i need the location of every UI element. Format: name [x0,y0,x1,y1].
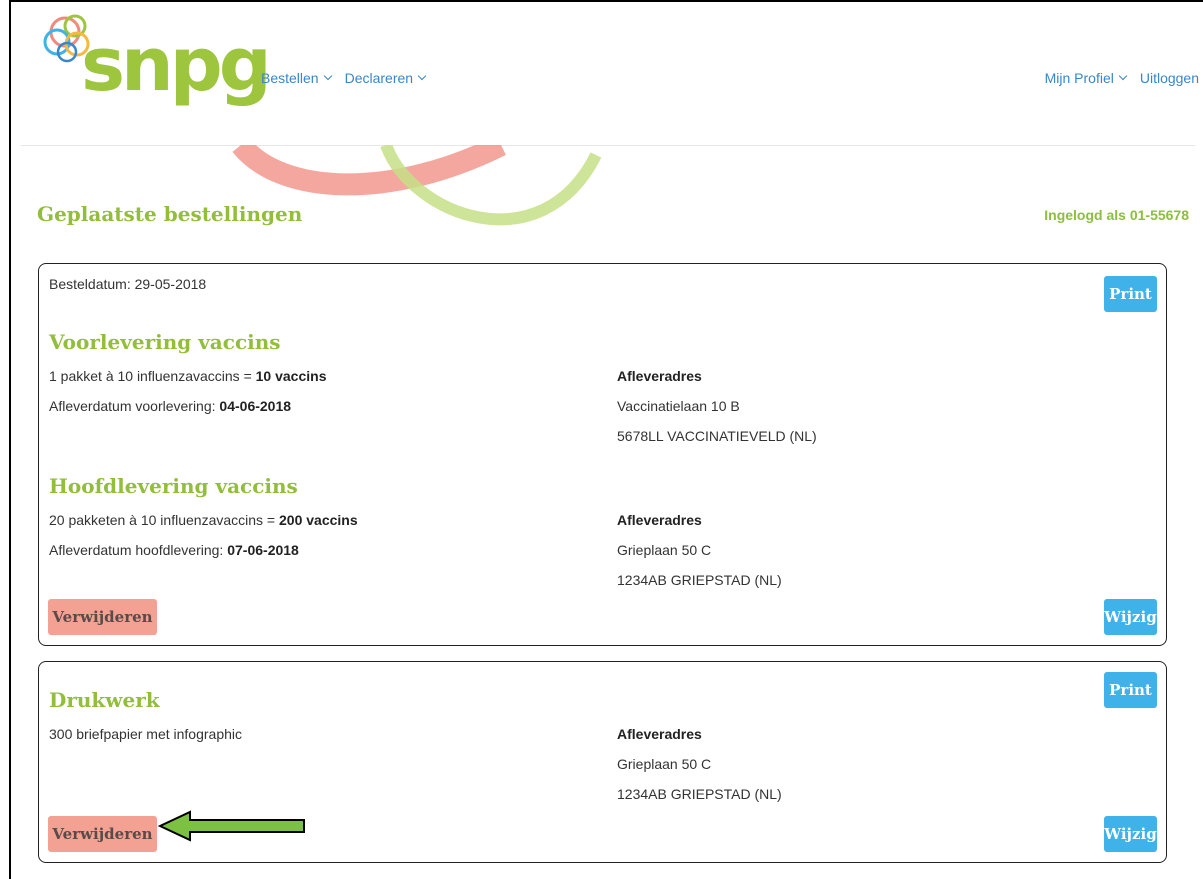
quantity-prefix: 20 pakketen à 10 influenzavaccins = [49,512,279,528]
address-heading: Afleveradres [617,726,702,742]
nav-mijn-profiel[interactable]: Mijn Profiel [1044,70,1128,86]
nav-declareren-label: Declareren [344,70,414,86]
edit-button[interactable]: Wijzig [1104,599,1157,635]
nav-bestellen-label: Bestellen [261,70,319,86]
order-description: 300 briefpapier met infographic [49,726,243,742]
nav-bestellen[interactable]: Bestellen [261,70,332,86]
nav-mijn-profiel-label: Mijn Profiel [1044,70,1114,86]
delivery-date-text: Afleverdatum hoofdlevering: 07-06-2018 [49,542,299,558]
nav-declareren[interactable]: Declareren [344,70,427,86]
delivery-prefix: Afleverdatum voorlevering: [49,398,220,414]
quantity-prefix: 1 pakket à 10 influenzavaccins = [49,368,256,384]
order-card: Besteldatum: 29-05-2018 Print Voorleveri… [38,263,1167,646]
order-date: Besteldatum: 29-05-2018 [49,276,207,292]
delivery-date: 07-06-2018 [227,542,299,558]
address-street: Vaccinatielaan 10 B [617,398,740,414]
address-heading: Afleveradres [617,512,702,528]
delete-button[interactable]: Verwijderen [48,816,157,852]
nav-uitloggen-label: Uitloggen [1139,70,1199,86]
section-title: Hoofdlevering vaccins [49,474,298,498]
chevron-down-icon [323,71,332,81]
left-arrow-icon [158,810,305,842]
address-city: 5678LL VACCINATIEVELD (NL) [617,428,817,444]
page-title: Geplaatste bestellingen [37,202,303,226]
address-street: Grieplaan 50 C [617,542,712,558]
quantity-total: 200 vaccins [279,512,358,528]
quantity-text: 1 pakket à 10 influenzavaccins = 10 vacc… [49,368,326,384]
delivery-date-text: Afleverdatum voorlevering: 04-06-2018 [49,398,291,414]
app-frame: snpg Bestellen Declareren Mijn Profiel U… [9,0,1203,879]
order-card: Print Drukwerk 300 briefpapier met infog… [38,661,1167,863]
chevron-down-icon [417,71,427,81]
print-button[interactable]: Print [1104,672,1157,708]
decorative-arcs [232,145,602,226]
logged-in-status: Ingelogd als 01-55678 [1044,207,1189,223]
delete-button[interactable]: Verwijderen [48,599,157,635]
logo-wordmark: snpg [81,22,272,108]
main-nav: Bestellen Declareren [261,70,427,86]
delivery-date: 04-06-2018 [219,398,292,414]
chevron-down-icon [1118,71,1128,81]
section-title: Drukwerk [49,688,160,712]
brand-logo[interactable]: snpg [37,8,272,128]
print-button[interactable]: Print [1104,276,1157,312]
address-city: 1234AB GRIEPSTAD (NL) [617,786,782,802]
quantity-text: 20 pakketen à 10 influenzavaccins = 200 … [49,512,358,528]
nav-uitloggen[interactable]: Uitloggen [1140,70,1199,86]
section-title: Voorlevering vaccins [49,330,281,354]
address-heading: Afleveradres [617,368,702,384]
delivery-prefix: Afleverdatum hoofdlevering: [49,542,228,558]
address-street: Grieplaan 50 C [617,756,712,772]
user-nav: Mijn Profiel Uitloggen [1045,70,1199,86]
address-city: 1234AB GRIEPSTAD (NL) [617,572,782,588]
edit-button[interactable]: Wijzig [1104,816,1157,852]
quantity-total: 10 vaccins [255,368,327,384]
